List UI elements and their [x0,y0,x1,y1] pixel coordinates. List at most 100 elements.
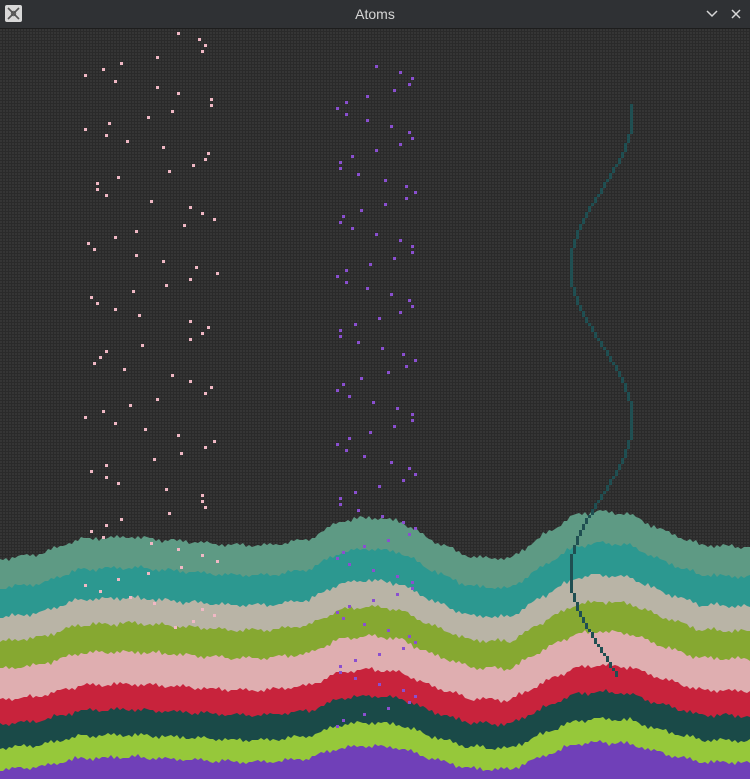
atom-particle [378,485,381,488]
atom-particle [135,230,138,233]
atom-particle [591,509,594,512]
atom-particle [204,158,207,161]
atom-particle [402,479,405,482]
atom-particle [618,464,621,467]
atom-particle [387,707,390,710]
atom-particle [129,404,132,407]
atom-particle [183,224,186,227]
atom-particle [378,653,381,656]
atom-particle [207,326,210,329]
atom-particle [375,65,378,68]
atom-particle [105,464,108,467]
minimize-button[interactable] [703,5,721,23]
atom-particle [189,320,192,323]
atom-particle [189,380,192,383]
atom-particle [339,329,342,332]
atom-particle [366,287,369,290]
atom-particle [630,128,633,131]
atom-particle [570,587,573,590]
atom-particle [576,296,579,299]
atom-particle [363,623,366,626]
atom-particle [411,419,414,422]
atom-particle [360,209,363,212]
atom-particle [606,353,609,356]
atom-particle [177,434,180,437]
atom-particle [630,119,633,122]
atom-particle [612,668,615,671]
atom-particle [582,314,585,317]
simulation-canvas[interactable] [0,29,750,779]
atom-particle [405,185,408,188]
atom-particle [609,665,612,668]
atom-particle [609,479,612,482]
atom-particle [576,230,579,233]
atom-particle [630,428,633,431]
atom-particle [381,515,384,518]
atom-particle [612,362,615,365]
atom-particle [339,503,342,506]
atom-particle [213,614,216,617]
atom-particle [618,374,621,377]
atom-particle [615,365,618,368]
atom-particle [180,566,183,569]
atom-particle [411,305,414,308]
atom-particle [399,311,402,314]
atom-particle [612,170,615,173]
atom-particle [156,56,159,59]
atom-particle [591,632,594,635]
atom-particle [93,248,96,251]
atom-particle [339,671,342,674]
atom-particle [399,239,402,242]
atom-particle [204,44,207,47]
atom-particle [630,107,633,110]
atom-particle [570,560,573,563]
atom-particle [414,641,417,644]
atom-particle [627,137,630,140]
atom-particle [588,206,591,209]
atom-particle [375,233,378,236]
atom-particle [399,71,402,74]
atom-particle [570,554,573,557]
atom-particle [354,491,357,494]
atom-particle [210,104,213,107]
atom-particle [147,116,150,119]
atom-particle [576,542,579,545]
atom-particle [576,539,579,542]
atom-particle [336,611,339,614]
atom-particle [336,557,339,560]
atom-particle [174,626,177,629]
atom-particle [570,584,573,587]
atom-particle [210,386,213,389]
atom-particle [582,311,585,314]
atom-particle [216,560,219,563]
atom-particle [579,611,582,614]
atom-particle [576,233,579,236]
atom-particle [117,482,120,485]
atom-particle [87,242,90,245]
atom-particle [84,128,87,131]
chevron-down-icon [706,10,718,18]
atom-particle [630,437,633,440]
atom-particle [624,383,627,386]
atom-particle [399,143,402,146]
atom-particle [594,332,597,335]
atom-particle [621,152,624,155]
atom-particle [402,647,405,650]
atom-particle [390,461,393,464]
atom-particle [600,497,603,500]
atom-particle [609,356,612,359]
atom-particle [630,404,633,407]
atom-particle [582,524,585,527]
atom-particle [171,110,174,113]
atom-particle [573,596,576,599]
close-button[interactable] [727,5,745,23]
atom-particle [594,506,597,509]
atom-particle [621,458,624,461]
title-bar[interactable]: Atoms [0,0,750,29]
atom-particle [339,221,342,224]
simulation-svg [0,29,750,779]
atom-particle [201,500,204,503]
atom-particle [210,98,213,101]
atom-particle [579,305,582,308]
atom-particle [201,608,204,611]
